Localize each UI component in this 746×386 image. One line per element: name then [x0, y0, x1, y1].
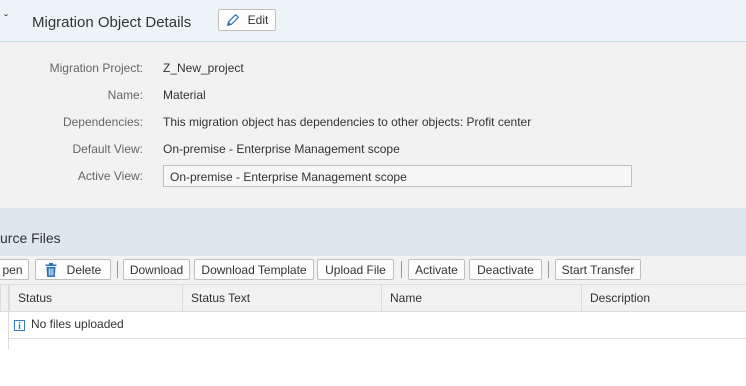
migration-project-label: Migration Project:: [49, 61, 143, 75]
active-view-label: Active View:: [77, 169, 143, 183]
detail-row-dependencies: Dependencies: This migration object has …: [0, 115, 746, 133]
start-transfer-button[interactable]: Start Transfer: [555, 259, 641, 280]
source-files-header: urce Files: [0, 208, 746, 256]
table-left-border: [8, 285, 9, 350]
detail-row-name: Name: Material: [0, 88, 746, 106]
default-view-label: Default View:: [72, 142, 143, 156]
active-view-field[interactable]: On-premise - Enterprise Management scope: [163, 165, 632, 187]
download-button[interactable]: Download: [123, 259, 190, 280]
source-files-table: Status Status Text Name Description No f…: [0, 285, 746, 345]
edit-button-label: Edit: [247, 13, 269, 27]
migration-project-value: Z_New_project: [163, 61, 244, 75]
open-button[interactable]: pen: [0, 259, 29, 280]
default-view-value: On-premise - Enterprise Management scope: [163, 142, 400, 156]
toolbar-separator: [117, 261, 118, 278]
name-label: Name:: [107, 88, 143, 102]
delete-button[interactable]: Delete: [35, 259, 111, 280]
trash-icon: [45, 262, 57, 277]
dependencies-value: This migration object has dependencies t…: [163, 115, 532, 129]
toolbar-separator: [548, 261, 549, 278]
dependencies-label: Dependencies:: [62, 115, 143, 129]
page-title: Migration Object Details: [32, 14, 192, 31]
source-files-title: urce Files: [0, 230, 61, 246]
table-header: Status Status Text Name Description: [0, 285, 746, 312]
empty-message: No files uploaded: [31, 317, 124, 331]
upload-file-button[interactable]: Upload File: [317, 259, 394, 280]
delete-button-label: Delete: [66, 262, 102, 277]
column-header-description[interactable]: Description: [581, 285, 746, 311]
detail-row-default-view: Default View: On-premise - Enterprise Ma…: [0, 142, 746, 160]
table-row: No files uploaded: [8, 312, 746, 339]
info-icon: [14, 320, 25, 331]
column-header-status[interactable]: Status: [9, 285, 182, 311]
column-header-status-text[interactable]: Status Text: [182, 285, 381, 311]
detail-row-project: Migration Project: Z_New_project: [0, 61, 746, 79]
download-template-button[interactable]: Download Template: [194, 259, 314, 280]
chevron-icon[interactable]: ˇ: [4, 12, 8, 26]
deactivate-button[interactable]: Deactivate: [469, 259, 542, 280]
name-value: Material: [163, 88, 206, 102]
pencil-icon: [226, 13, 239, 27]
column-header-name[interactable]: Name: [381, 285, 581, 311]
edit-button[interactable]: Edit: [218, 9, 276, 31]
activate-button[interactable]: Activate: [408, 259, 465, 280]
migration-object-page: ˇ Migration Object Details Edit Migratio…: [0, 0, 746, 386]
toolbar-separator: [401, 261, 402, 278]
source-files-toolbar: pen Delete Download Download Template Up…: [0, 256, 746, 285]
page-header: ˇ Migration Object Details Edit: [0, 0, 746, 42]
